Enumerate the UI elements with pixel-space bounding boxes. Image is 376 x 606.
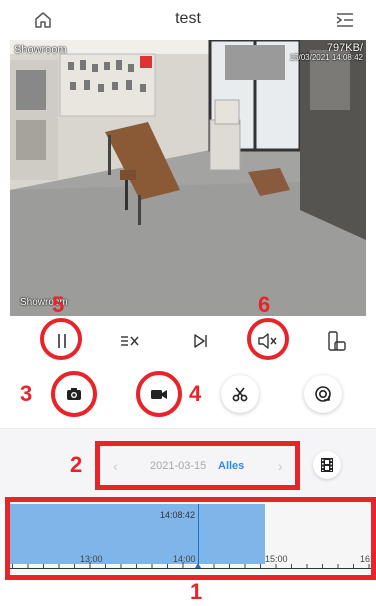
annotation-label-3: 3 (20, 381, 33, 406)
annotation-circle-pause (40, 318, 82, 360)
recordings-list-button[interactable] (313, 451, 341, 479)
annotation-label-6: 6 (258, 292, 271, 317)
app-header: test (0, 0, 376, 40)
page-title: test (175, 10, 201, 27)
annotation-circle-mute (247, 318, 289, 360)
annotation-circle-snapshot (51, 371, 97, 417)
annotation-circle-record (136, 371, 182, 417)
frame-step-icon[interactable] (187, 328, 213, 354)
clip-button[interactable] (221, 375, 259, 413)
annotation-box-date (95, 441, 300, 490)
annotation-box-timeline (5, 497, 376, 580)
download-button[interactable] (304, 375, 342, 413)
annotation-label-1: 1 (190, 579, 203, 604)
scissors-icon (232, 387, 248, 402)
annotation-label-2: 2 (70, 452, 83, 477)
download-icon (315, 386, 331, 402)
annotation-label-4: 4 (189, 381, 202, 406)
annotation-label-5: 5 (52, 292, 65, 317)
camera-name-overlay: Showroom (14, 44, 67, 56)
film-icon (321, 458, 333, 472)
live-video-feed[interactable]: Showroom 797KB/ 15/03/2021 14:08:42 Show… (10, 40, 366, 316)
list-menu-icon[interactable] (334, 9, 356, 31)
camera-image (10, 40, 366, 316)
timestamp-overlay: 15/03/2021 14:08:42 (289, 53, 363, 62)
speed-x-icon[interactable] (117, 328, 143, 354)
device-rotate-icon[interactable] (323, 328, 349, 354)
